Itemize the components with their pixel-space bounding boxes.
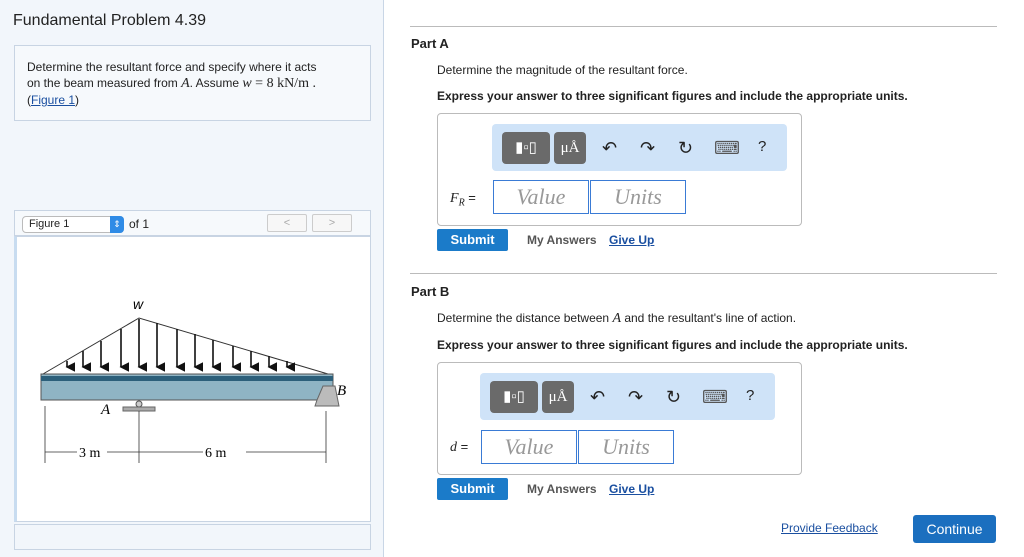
figure-select-value: Figure 1 <box>29 218 70 230</box>
part-a-answer-box: ▮▫▯ μÅ ↶ ↷ ↻ ⌨ ? FR = Value Units <box>437 113 802 226</box>
part-a-title: Part A <box>411 36 449 51</box>
load-arrows <box>65 319 295 372</box>
part-b-submit-button[interactable]: Submit <box>437 478 508 500</box>
desc-var: A <box>181 76 190 91</box>
load-outline <box>42 317 329 375</box>
d-label: d = <box>450 439 469 455</box>
w-label: w <box>133 296 144 312</box>
beam-diagram: w A B 3 m 6 m <box>40 296 346 463</box>
part-a-submit-button[interactable]: Submit <box>437 229 508 251</box>
prev-figure-button[interactable]: < <box>267 214 307 232</box>
B-label: B <box>337 383 346 399</box>
figure-footer <box>14 524 371 550</box>
reset-icon[interactable]: ↻ <box>666 387 681 408</box>
next-figure-button[interactable]: > <box>312 214 352 232</box>
answer-panel: Part A Determine the magnitude of the re… <box>384 0 1024 557</box>
part-b-my-answers-link[interactable]: My Answers <box>527 482 597 496</box>
fr-units-input[interactable]: Units <box>590 180 686 214</box>
beam-flange <box>41 376 333 381</box>
divider <box>410 273 997 274</box>
redo-icon[interactable]: ↷ <box>640 138 655 159</box>
chevron-updown-icon: ⇕ <box>110 216 124 233</box>
desc-var: w <box>242 76 252 91</box>
roller-support-A <box>135 400 143 408</box>
redo-icon[interactable]: ↷ <box>628 387 643 408</box>
continue-button[interactable]: Continue <box>913 515 996 543</box>
templates-button[interactable]: ▮▫▯ <box>502 132 550 164</box>
problem-title: Fundamental Problem 4.39 <box>13 12 206 29</box>
provide-feedback-link[interactable]: Provide Feedback <box>781 521 878 535</box>
desc-text: . Assume <box>189 76 243 90</box>
reset-icon[interactable]: ↻ <box>678 138 693 159</box>
help-icon[interactable]: ? <box>746 387 754 404</box>
part-b-answer-box: ▮▫▯ μÅ ↶ ↷ ↻ ⌨ ? d = Value Units <box>437 362 802 475</box>
figure-count: of 1 <box>129 217 150 231</box>
templates-button[interactable]: ▮▫▯ <box>490 381 538 413</box>
symbols-button[interactable]: μÅ <box>542 381 574 413</box>
figure-link[interactable]: Figure 1 <box>31 93 75 107</box>
desc-text: Determine the resultant force and specif… <box>27 60 317 74</box>
part-a-instructions: Express your answer to three significant… <box>437 89 908 103</box>
problem-panel: Fundamental Problem 4.39 Determine the r… <box>0 0 384 557</box>
figure-toolbar: Figure 1 ⇕ of 1 < > <box>14 210 371 236</box>
divider <box>410 26 997 27</box>
desc-text: on the beam measured from <box>27 76 182 90</box>
problem-description: Determine the resultant force and specif… <box>14 45 371 121</box>
undo-icon[interactable]: ↶ <box>590 387 605 408</box>
fr-label: FR = <box>450 190 476 209</box>
desc-eq: = 8 kN/m . <box>251 76 316 91</box>
keyboard-icon[interactable]: ⌨ <box>702 387 728 408</box>
math-toolbar: ▮▫▯ μÅ ↶ ↷ ↻ ⌨ ? <box>492 124 787 171</box>
d-value-input[interactable]: Value <box>481 430 577 464</box>
part-a-give-up-link[interactable]: Give Up <box>609 233 654 247</box>
part-b-title: Part B <box>411 284 450 299</box>
fr-value-input[interactable]: Value <box>493 180 589 214</box>
dim-6m: 6 m <box>205 446 227 461</box>
figure-select[interactable]: Figure 1 ⇕ <box>22 216 124 233</box>
math-toolbar: ▮▫▯ μÅ ↶ ↷ ↻ ⌨ ? <box>480 373 775 420</box>
part-b-question: Determine the distance between A and the… <box>437 311 797 326</box>
undo-icon[interactable]: ↶ <box>602 138 617 159</box>
figure-image: w A B 3 m 6 m <box>14 236 371 522</box>
A-label: A <box>100 402 111 418</box>
help-icon[interactable]: ? <box>758 138 766 155</box>
dim-3m: 3 m <box>79 446 101 461</box>
d-units-input[interactable]: Units <box>578 430 674 464</box>
keyboard-icon[interactable]: ⌨ <box>714 138 740 159</box>
part-b-instructions: Express your answer to three significant… <box>437 338 908 352</box>
part-b-give-up-link[interactable]: Give Up <box>609 482 654 496</box>
part-a-question: Determine the magnitude of the resultant… <box>437 63 688 77</box>
symbols-button[interactable]: μÅ <box>554 132 586 164</box>
part-a-my-answers-link[interactable]: My Answers <box>527 233 597 247</box>
